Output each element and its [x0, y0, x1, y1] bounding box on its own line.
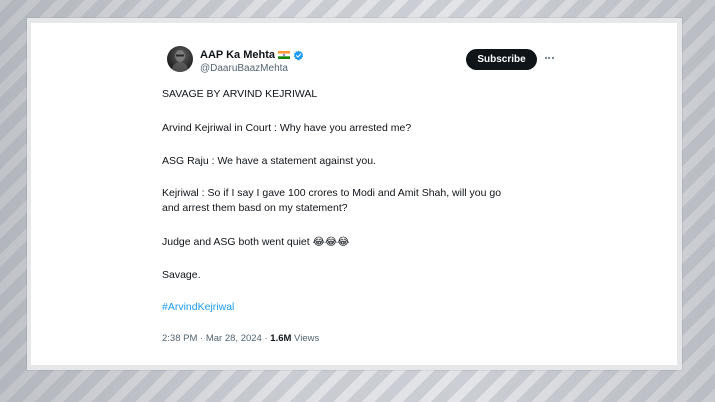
- tweet-text-line: ASG Raju : We have a statement against y…: [162, 155, 377, 167]
- tweet-text-line: and arrest them basd on my statement?: [162, 202, 348, 214]
- views-count: 1.6M: [270, 333, 292, 344]
- views-label: Views: [294, 333, 320, 344]
- author-handle[interactable]: @DaaruBaazMehta: [200, 63, 288, 74]
- avatar[interactable]: [167, 46, 193, 72]
- verified-badge-icon[interactable]: [293, 50, 304, 61]
- tweet-frame: AAP Ka Mehta @DaaruBaazMehta Subscribe S…: [27, 18, 682, 370]
- tweet-time[interactable]: 2:38 PM: [162, 333, 197, 344]
- tweet-text-line: Kejriwal : So if I say I gave 100 crores…: [162, 187, 502, 199]
- subscribe-button[interactable]: Subscribe: [466, 49, 537, 70]
- meta-separator: ·: [261, 333, 271, 344]
- tweet-text-line: Savage.: [162, 269, 201, 281]
- avatar-image-icon: [171, 50, 189, 72]
- tweet-date[interactable]: Mar 28, 2024: [206, 333, 262, 344]
- author-display-name[interactable]: AAP Ka Mehta: [200, 49, 275, 61]
- tweet-card: AAP Ka Mehta @DaaruBaazMehta Subscribe S…: [31, 23, 677, 365]
- tweet-text-line: SAVAGE BY ARVIND KEJRIWAL: [162, 88, 318, 100]
- more-dot: [551, 57, 554, 59]
- author-name-row: AAP Ka Mehta: [200, 48, 304, 62]
- tweet-text-line: Judge and ASG both went quiet 😂😂😂: [162, 236, 350, 248]
- tweet-text-line: Arvind Kejriwal in Court : Why have you …: [162, 122, 412, 134]
- background: AAP Ka Mehta @DaaruBaazMehta Subscribe S…: [0, 0, 715, 402]
- meta-separator: ·: [197, 333, 206, 344]
- tweet-meta: 2:38 PM · Mar 28, 2024 · 1.6M Views: [162, 333, 319, 344]
- more-dot: [548, 57, 550, 59]
- more-options-icon[interactable]: [542, 51, 556, 65]
- india-flag-icon: [277, 51, 290, 59]
- hashtag-link[interactable]: #ArvindKejriwal: [162, 301, 234, 313]
- more-dot: [544, 57, 547, 59]
